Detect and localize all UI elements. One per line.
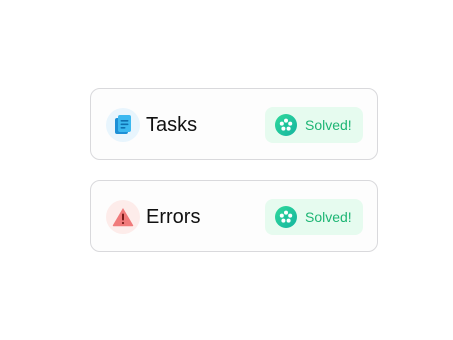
card-title: Errors (146, 206, 201, 228)
flower-check-icon (275, 114, 297, 136)
card-title: Tasks (146, 114, 198, 136)
status-badge: Solved! (265, 199, 363, 235)
status-label: Solved! (305, 117, 352, 133)
warning-triangle-icon (112, 208, 134, 227)
errors-icon-container (106, 200, 140, 234)
errors-card[interactable]: Errors Solved! (90, 180, 378, 252)
status-badge: Solved! (265, 107, 363, 143)
flower-check-icon (275, 206, 297, 228)
tasks-card[interactable]: Tasks Solved! (90, 88, 378, 160)
tasks-icon-container (106, 108, 140, 142)
status-label: Solved! (305, 209, 352, 225)
documents-icon (115, 115, 131, 134)
